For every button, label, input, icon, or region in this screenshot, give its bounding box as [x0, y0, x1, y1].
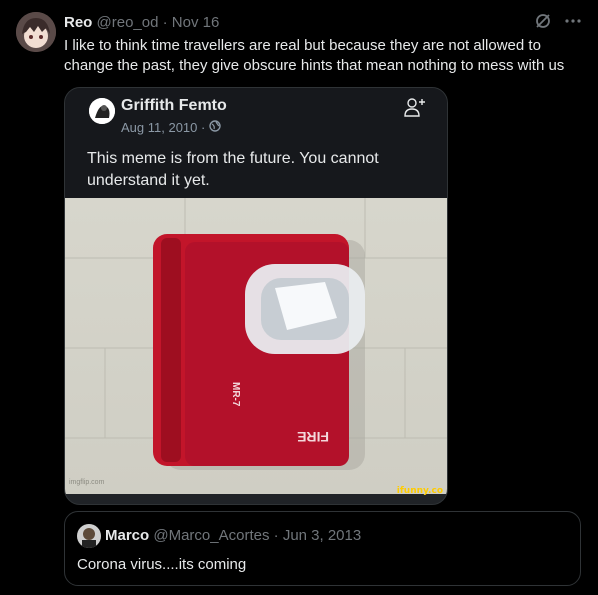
fire-alarm-photo: FIRE MR-7 imgflip.com ifunny.co	[65, 198, 447, 496]
alarm-model-label: MR-7	[230, 382, 241, 407]
embedded-post-text: This meme is from the future. You cannot…	[87, 150, 379, 189]
imgflip-watermark: imgflip.com	[69, 479, 105, 486]
ifunny-watermark: ifunny.co	[396, 486, 443, 496]
quoted-author-name: Marco	[105, 527, 150, 544]
globe-icon	[209, 120, 222, 135]
quoted-author-handle: @Marco_Acortes	[153, 527, 270, 544]
quoted-date: Jun 3, 2013	[282, 527, 362, 544]
embedded-author-avatar	[89, 98, 115, 124]
header-separator: ·	[162, 14, 168, 31]
tweet-image[interactable]: Griffith Femto Aug 11, 2010 · This meme …	[64, 87, 448, 505]
tweet-actions	[534, 12, 582, 35]
author-avatar[interactable]	[16, 12, 56, 52]
add-person-icon	[403, 96, 427, 123]
embedded-date-line: Aug 11, 2010 ·	[121, 120, 222, 135]
tweet-date[interactable]: Nov 16	[172, 14, 220, 31]
embedded-date: Aug 11, 2010 ·	[121, 120, 206, 135]
alarm-fire-label: FIRE	[297, 429, 329, 445]
tweet-text: I like to think time travellers are real…	[64, 37, 565, 74]
embedded-post: Griffith Femto Aug 11, 2010 · This meme …	[65, 88, 447, 198]
tweet-header: Reo @reo_od · Nov 16	[64, 14, 219, 32]
embedded-author-name: Griffith Femto	[121, 97, 227, 114]
more-icon[interactable]	[564, 12, 582, 35]
author-name[interactable]: Reo	[64, 14, 92, 31]
quoted-tweet[interactable]: Marco @Marco_Acortes · Jun 3, 2013 Coron…	[64, 511, 581, 586]
author-handle[interactable]: @reo_od	[97, 14, 159, 31]
quoted-separator: ·	[273, 527, 279, 544]
quoted-text: Corona virus....its coming	[77, 556, 247, 573]
quoted-author-avatar	[77, 524, 101, 548]
grok-icon[interactable]	[534, 12, 552, 35]
quoted-header: Marco @Marco_Acortes · Jun 3, 2013	[105, 527, 361, 544]
